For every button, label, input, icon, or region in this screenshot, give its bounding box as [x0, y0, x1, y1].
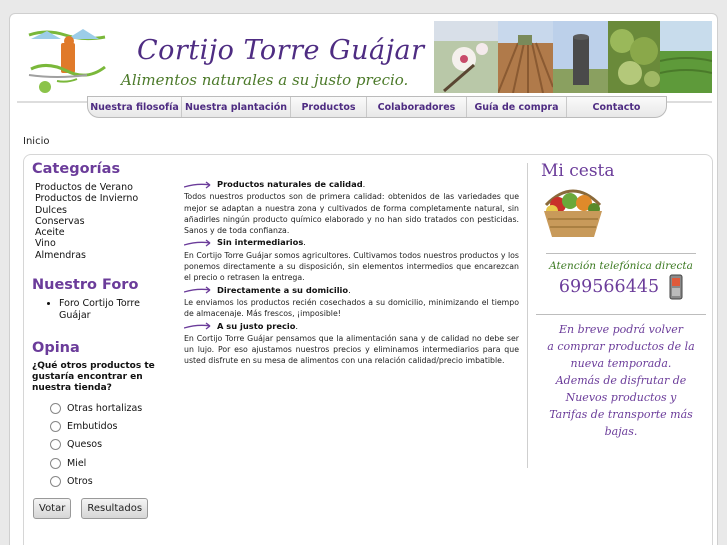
- nav-nuestra-filosofia[interactable]: Nuestra filosofía: [88, 97, 182, 117]
- categoria-link[interactable]: Aceite: [35, 227, 172, 238]
- radio-button[interactable]: [50, 457, 61, 469]
- categorias-list: Productos de Verano Productos de Inviern…: [35, 182, 172, 261]
- site-header: Cortijo Torre Guájar Alimentos naturales…: [17, 21, 712, 103]
- promo-line: Nuevos productos y: [565, 391, 677, 404]
- promo-line: Tarifas de transporte más bajas.: [549, 408, 693, 438]
- section-heading-suffix: .: [295, 320, 299, 331]
- categoria-link[interactable]: Dulces: [35, 205, 172, 216]
- promo-line: Además de disfrutar de: [555, 374, 687, 387]
- arrow-icon: [184, 239, 211, 247]
- section-text: En Cortijo Torre Guájar pensamos que la …: [184, 333, 519, 366]
- poll-buttons: Votar Resultados: [33, 497, 172, 519]
- section-heading: A su justo precio.: [184, 321, 519, 332]
- almond-blossom-photo: [434, 21, 498, 93]
- nav-contacto[interactable]: Contacto: [567, 97, 666, 117]
- radio-button[interactable]: [50, 402, 61, 414]
- left-sidebar: Categorías Productos de Verano Productos…: [32, 161, 172, 519]
- radio-button[interactable]: [50, 439, 61, 451]
- site-title: Cortijo Torre Guájar: [137, 35, 425, 66]
- poll-option-label: Otros: [67, 475, 93, 487]
- promo-line: nueva temporada.: [570, 357, 672, 370]
- results-button[interactable]: Resultados: [81, 497, 149, 519]
- poll-option[interactable]: Embutidos: [50, 417, 172, 435]
- promo-line: En breve podrá volver: [559, 323, 683, 336]
- poll-option[interactable]: Miel: [50, 454, 172, 472]
- page-container: Cortijo Torre Guájar Alimentos naturales…: [9, 13, 718, 545]
- section-text: Todos nuestros productos son de primera …: [184, 192, 519, 236]
- section-heading-text: Sin intermediarios: [217, 237, 304, 248]
- promo-line: a comprar productos de la: [547, 340, 695, 353]
- right-sidebar: Mi cesta Atención telefónica directa 699…: [536, 161, 706, 440]
- poll-option[interactable]: Otras hortalizas: [50, 399, 172, 417]
- phone-number: 699566445: [558, 277, 660, 297]
- section-heading: Sin intermediarios.: [184, 237, 519, 248]
- categoria-link[interactable]: Vino: [35, 238, 172, 249]
- categorias-title: Categorías: [32, 161, 121, 177]
- content-area: Categorías Productos de Verano Productos…: [23, 154, 713, 545]
- poll-question: ¿Qué otros productos te gustaría encontr…: [32, 361, 155, 394]
- tower-photo: [553, 21, 608, 93]
- section-text: En Cortijo Torre Guájar somos agricultor…: [184, 250, 519, 283]
- site-logo[interactable]: [27, 25, 107, 97]
- vote-button[interactable]: Votar: [33, 497, 72, 519]
- green-field-photo: [660, 21, 712, 93]
- nav-colaboradores[interactable]: Colaboradores: [367, 97, 467, 117]
- foro-title: Nuestro Foro: [32, 277, 139, 294]
- main-nav: Nuestra filosofía Nuestra plantación Pro…: [87, 96, 667, 118]
- categoria-link[interactable]: Conservas: [35, 216, 172, 227]
- basket-icon[interactable]: [540, 183, 606, 239]
- foro-list: Foro Cortijo Torre Guájar: [59, 298, 172, 322]
- arrow-icon: [184, 181, 211, 189]
- arrow-icon: [184, 322, 211, 330]
- section-heading: Directamente a su domicilio.: [184, 285, 519, 296]
- categoria-link[interactable]: Productos de Verano: [35, 182, 172, 193]
- nav-guia-de-compra[interactable]: Guía de compra: [467, 97, 567, 117]
- section-text: Le enviamos los productos recién cosecha…: [184, 297, 519, 319]
- main-content: Productos naturales de calidad. Todos nu…: [184, 179, 519, 368]
- poll-option[interactable]: Quesos: [50, 436, 172, 454]
- column-divider: [527, 163, 528, 468]
- nav-productos[interactable]: Productos: [291, 97, 367, 117]
- section-heading: Productos naturales de calidad.: [184, 179, 519, 190]
- section-heading-suffix: .: [348, 284, 351, 295]
- opina-title: Opina: [32, 340, 80, 357]
- promo-text: En breve podrá volver a comprar producto…: [536, 321, 706, 440]
- foro-link[interactable]: Foro Cortijo Torre Guájar: [59, 298, 172, 322]
- poll-option-label: Miel: [67, 457, 87, 469]
- phone-row: 699566445: [536, 274, 706, 300]
- poll-option-label: Quesos: [67, 439, 103, 451]
- section-heading-suffix: .: [303, 237, 306, 248]
- section-heading-text: Productos naturales de calidad: [217, 179, 363, 189]
- mobile-phone-icon: [669, 274, 683, 300]
- divider: [546, 253, 696, 254]
- nav-nuestra-plantacion[interactable]: Nuestra plantación: [182, 97, 291, 117]
- categoria-link[interactable]: Almendras: [35, 250, 172, 261]
- field-rows-photo: [498, 21, 553, 93]
- radio-button[interactable]: [50, 421, 61, 433]
- phone-label: Atención telefónica directa: [549, 260, 693, 272]
- divider: [536, 314, 706, 315]
- arrow-icon: [184, 286, 211, 294]
- plants-photo: [608, 21, 660, 93]
- poll-option-label: Embutidos: [67, 421, 118, 433]
- breadcrumb[interactable]: Inicio: [23, 136, 49, 147]
- header-photos: [434, 21, 712, 93]
- radio-button[interactable]: [50, 475, 61, 487]
- section-heading-text: A su justo precio: [217, 320, 296, 331]
- poll-option-label: Otras hortalizas: [67, 402, 143, 414]
- section-heading-suffix: .: [362, 179, 366, 189]
- categoria-link[interactable]: Productos de Invierno: [35, 193, 172, 204]
- section-heading-text: Directamente a su domicilio: [217, 284, 349, 295]
- cart-title[interactable]: Mi cesta: [541, 161, 706, 181]
- poll-option[interactable]: Otros: [50, 472, 172, 490]
- site-slogan: Alimentos naturales a su justo precio.: [121, 71, 409, 89]
